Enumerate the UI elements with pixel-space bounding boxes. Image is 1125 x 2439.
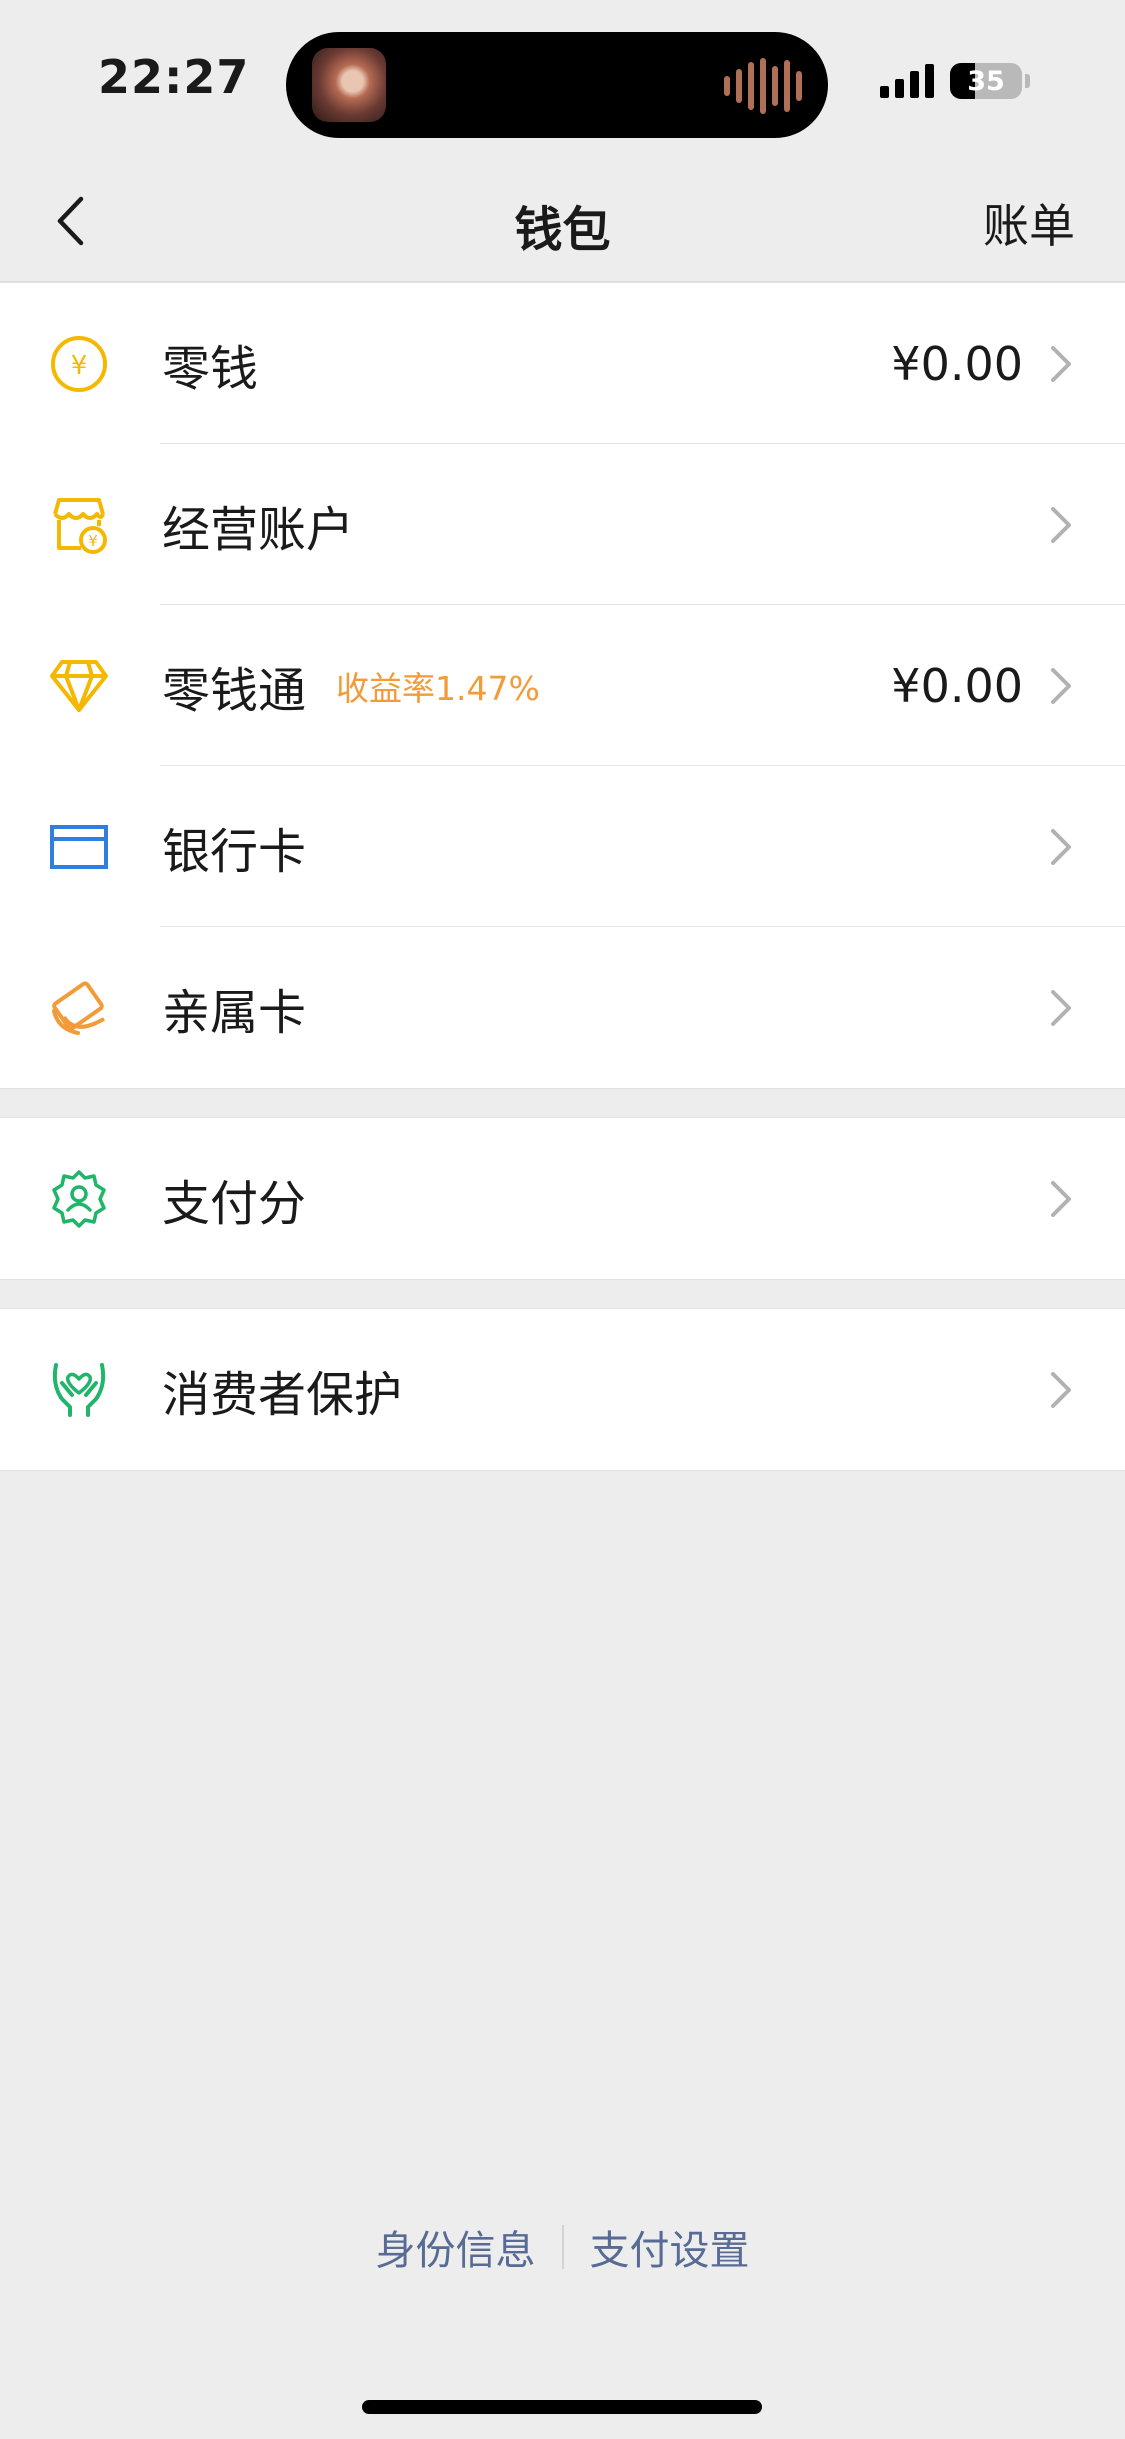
row-value: ¥0.00 (891, 336, 1023, 391)
row-label: 零钱 (162, 340, 259, 397)
payment-settings-link[interactable]: 支付设置 (564, 2218, 776, 2276)
wallet-screen: 22:27 35 钱包 账单 ¥ 零钱 ¥0.00 ¥ 经营账户 零钱通 收益率… (0, 0, 1125, 2439)
chevron-right-icon (1051, 828, 1071, 865)
battery-nub (1025, 74, 1030, 88)
pay-score-badge-icon (48, 1168, 110, 1230)
now-playing-artwork (312, 48, 386, 122)
bill-button[interactable]: 账单 (983, 190, 1075, 256)
list-item-business-account[interactable]: ¥ 经营账户 (0, 444, 1125, 605)
identity-info-link[interactable]: 身份信息 (350, 2218, 562, 2276)
footer-links: 身份信息 支付设置 (0, 2218, 1125, 2276)
wallet-main-group: ¥ 零钱 ¥0.00 ¥ 经营账户 零钱通 收益率1.47% ¥0.00 银行卡… (0, 282, 1125, 1089)
row-label: 支付分 (162, 1175, 307, 1232)
chevron-right-icon (1051, 345, 1071, 382)
yield-rate-badge: 收益率1.47% (336, 668, 540, 708)
list-item-lingqiantong[interactable]: 零钱通 收益率1.47% ¥0.00 (0, 605, 1125, 766)
chevron-right-icon (1051, 989, 1071, 1026)
row-value: ¥0.00 (891, 658, 1023, 713)
chevron-right-icon (1051, 506, 1071, 543)
list-item-bank-card[interactable]: 银行卡 (0, 766, 1125, 927)
chevron-right-icon (1051, 667, 1071, 704)
row-label: 亲属卡 (162, 984, 307, 1041)
battery-icon: 35 (950, 63, 1022, 99)
row-label: 消费者保护 (162, 1366, 403, 1423)
family-card-icon (48, 977, 110, 1039)
status-bar: 22:27 35 (0, 0, 1125, 160)
row-label: 零钱通 (162, 662, 307, 719)
dynamic-island[interactable] (286, 32, 828, 138)
list-item-consumer-protection[interactable]: 消费者保护 (0, 1309, 1125, 1470)
svg-text:¥: ¥ (71, 351, 88, 381)
shop-account-icon: ¥ (48, 494, 110, 556)
nav-bar: 钱包 账单 (0, 160, 1125, 282)
svg-text:¥: ¥ (88, 532, 98, 550)
list-item-family-card[interactable]: 亲属卡 (0, 927, 1125, 1088)
diamond-icon (48, 655, 110, 717)
coin-yuan-icon: ¥ (48, 333, 110, 395)
list-item-pay-score[interactable]: 支付分 (0, 1118, 1125, 1279)
page-title: 钱包 (514, 202, 611, 258)
audio-waveform-icon (724, 58, 802, 114)
cellular-signal-icon (880, 62, 934, 98)
home-indicator[interactable] (362, 2400, 762, 2414)
status-time: 22:27 (98, 50, 250, 104)
bank-card-icon (48, 816, 110, 878)
chevron-right-icon (1051, 1180, 1071, 1217)
pay-score-group: 支付分 (0, 1117, 1125, 1280)
battery-percent: 35 (967, 66, 1005, 97)
list-item-change[interactable]: ¥ 零钱 ¥0.00 (0, 283, 1125, 444)
row-label: 银行卡 (162, 823, 307, 880)
consumer-protection-group: 消费者保护 (0, 1308, 1125, 1471)
row-label: 经营账户 (162, 501, 355, 558)
consumer-protection-hands-icon (48, 1359, 110, 1421)
chevron-right-icon (1051, 1371, 1071, 1408)
